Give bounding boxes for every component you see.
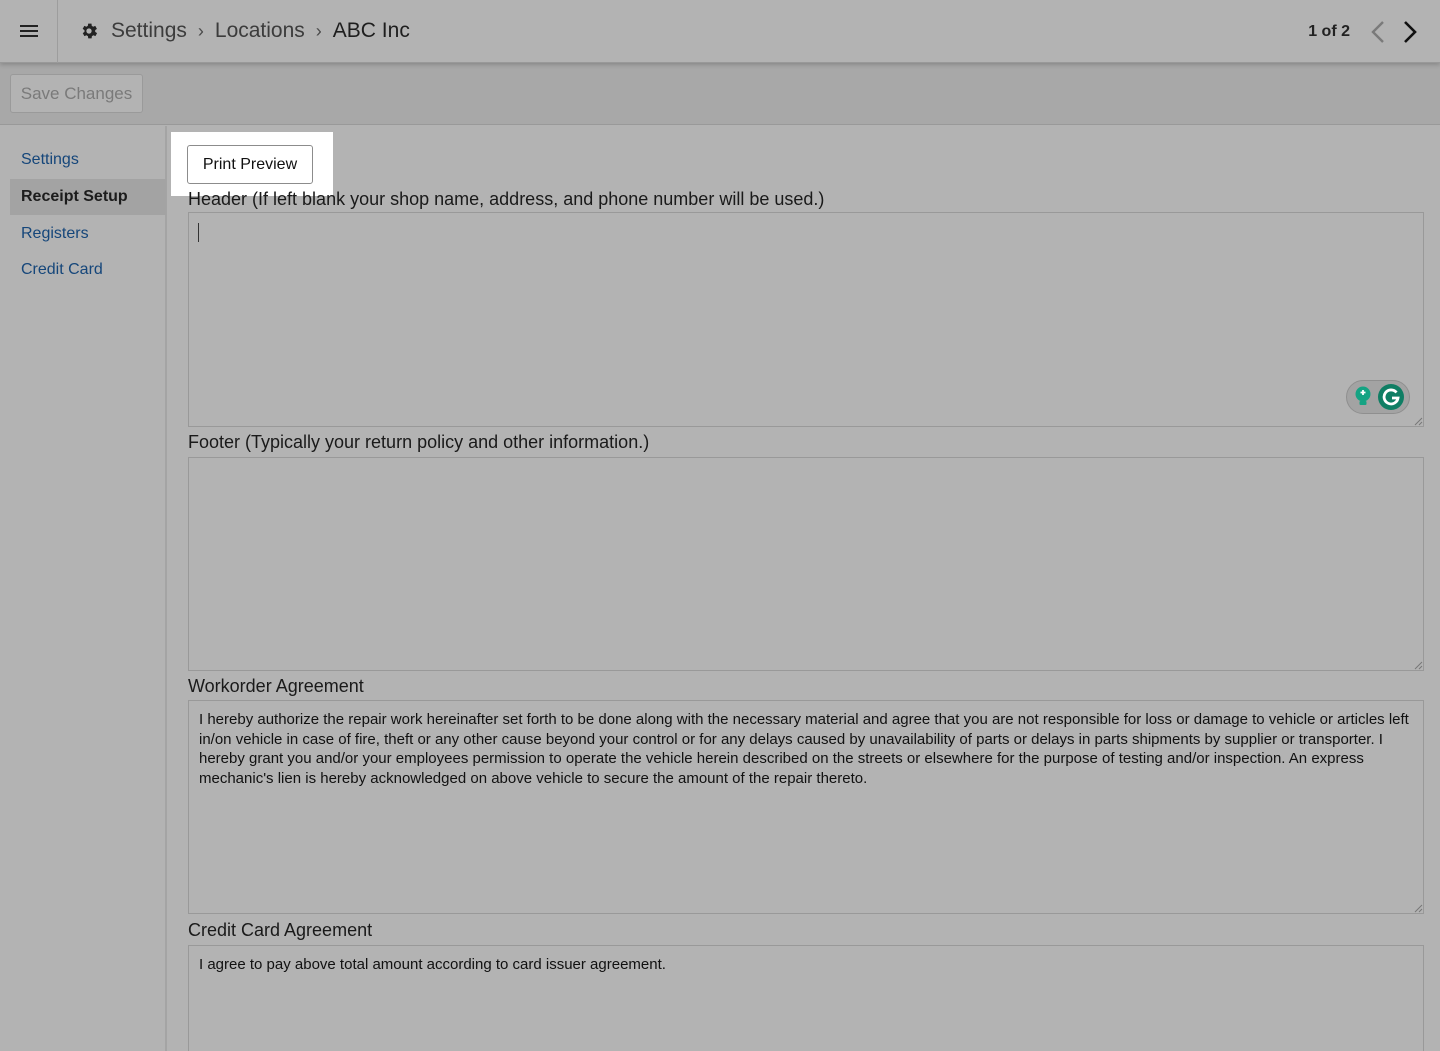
chevron-left-icon [1371, 20, 1384, 43]
header-field-label: Header (If left blank your shop name, ad… [188, 189, 825, 209]
breadcrumb-current: ABC Inc [332, 19, 410, 42]
hamburger-menu-icon[interactable] [0, 0, 58, 63]
header-textarea[interactable] [188, 212, 1424, 427]
lightbulb-icon [1355, 386, 1370, 405]
workorder-agreement-textarea[interactable]: I hereby authorize the repair work herei… [188, 700, 1424, 914]
chevron-right-icon: › [197, 20, 204, 41]
sidebar-nav: Settings Receipt Setup Registers Credit … [0, 126, 167, 1051]
resize-handle-icon[interactable] [1413, 903, 1423, 913]
save-changes-button[interactable]: Save Changes [10, 74, 143, 113]
gear-icon [82, 23, 98, 39]
credit-card-agreement-label: Credit Card Agreement [188, 920, 373, 940]
breadcrumb-settings[interactable]: Settings [111, 19, 187, 43]
toolbar: Save Changes [0, 63, 1440, 125]
top-bar: Settings › Locations › ABC Inc 1 of 2 [0, 0, 1440, 63]
sidebar-item-receipt-setup[interactable]: Receipt Setup [10, 179, 166, 215]
chevron-right-icon: › [315, 20, 322, 41]
pager-count: 1 of 2 [1308, 22, 1350, 40]
sidebar-item-settings[interactable]: Settings [10, 142, 166, 178]
breadcrumb-locations[interactable]: Locations [215, 19, 305, 43]
credit-card-agreement-text: I agree to pay above total amount accord… [199, 956, 666, 973]
credit-card-agreement-textarea[interactable]: I agree to pay above total amount accord… [188, 945, 1424, 1051]
resize-handle-icon[interactable] [1413, 416, 1423, 426]
print-preview-button[interactable]: Print Preview [187, 145, 313, 184]
resize-handle-icon[interactable] [1413, 660, 1423, 670]
chevron-right-icon [1404, 20, 1417, 43]
next-record-button[interactable] [1394, 12, 1426, 52]
workorder-agreement-label: Workorder Agreement [188, 676, 364, 696]
grammarly-g-icon [1377, 384, 1404, 410]
previous-record-button[interactable] [1362, 12, 1394, 52]
workorder-agreement-text: I hereby authorize the repair work herei… [199, 711, 1409, 787]
footer-field-label: Footer (Typically your return policy and… [188, 432, 650, 452]
sidebar-item-credit-card[interactable]: Credit Card [10, 252, 166, 288]
footer-textarea[interactable] [188, 457, 1424, 671]
sidebar-item-registers[interactable]: Registers [10, 216, 166, 252]
text-cursor [198, 223, 199, 242]
breadcrumb: Settings › Locations › ABC Inc [79, 19, 410, 43]
grammarly-widget[interactable] [1346, 380, 1410, 414]
record-pager: 1 of 2 [1308, 0, 1440, 63]
